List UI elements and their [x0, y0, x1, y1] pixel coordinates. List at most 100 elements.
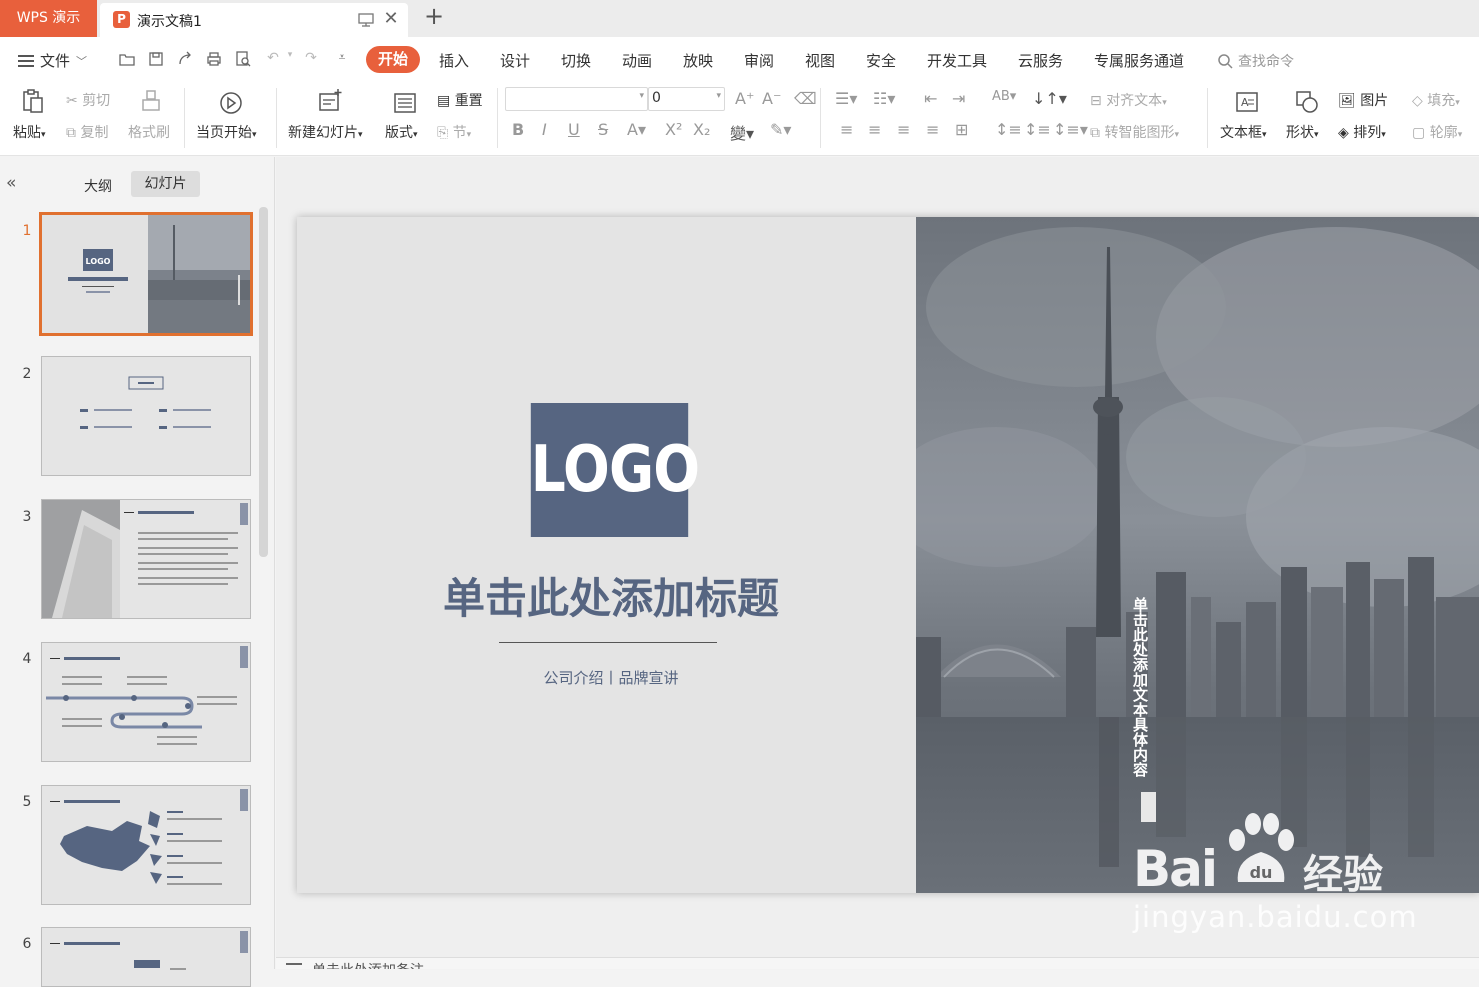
save-icon[interactable]	[147, 50, 165, 68]
textbox-icon[interactable]: A	[1234, 89, 1260, 115]
numbered-list-icon[interactable]: ☷▾	[873, 89, 895, 108]
italic-icon[interactable]: I	[542, 120, 547, 139]
outline-button[interactable]: ▢ 轮廓▾	[1412, 122, 1462, 142]
tab-cloud[interactable]: 云服务	[1018, 50, 1063, 71]
slide-thumbnail-1[interactable]: LOGO	[39, 212, 253, 336]
slide-thumbnail-4[interactable]	[41, 642, 251, 762]
new-slide-icon[interactable]	[317, 88, 343, 114]
slide-thumbnail-5[interactable]	[41, 785, 251, 905]
tab-transition[interactable]: 切换	[561, 50, 591, 71]
text-direction-icon[interactable]: AB▾	[992, 89, 1016, 104]
superscript-icon[interactable]: X²	[665, 120, 682, 139]
document-tab[interactable]: P 演示文稿1 ✕	[100, 3, 408, 37]
bullet-list-icon[interactable]: ☰▾	[835, 89, 857, 108]
decrease-indent-icon[interactable]: ⇤	[924, 89, 937, 108]
layout-icon[interactable]	[392, 90, 418, 116]
font-size-combo[interactable]: 0 ▾	[648, 87, 725, 111]
highlight-icon[interactable]: ✎▾	[770, 120, 791, 139]
font-color-icon[interactable]: A▾	[627, 120, 646, 139]
slide-1[interactable]: LOGO 单击此处添加标题 公司介绍丨品牌宣讲	[297, 217, 1479, 893]
increase-font-icon[interactable]: A⁺	[735, 89, 754, 108]
slide-number: 5	[22, 794, 32, 810]
slide-thumbnail-6[interactable]	[41, 927, 251, 987]
undo-icon[interactable]: ↶	[264, 50, 282, 68]
cut-button[interactable]: ✂ 剪切	[66, 90, 110, 110]
copy-button[interactable]: ⧉ 复制	[66, 122, 108, 142]
line-spacing-icon[interactable]: ↕≡	[995, 120, 1022, 139]
slide-thumbnail-3[interactable]	[41, 499, 251, 619]
section-button[interactable]: ⎘ 节▾	[437, 122, 471, 142]
panel-scrollbar[interactable]	[259, 207, 268, 557]
customize-toolbar-icon[interactable]: ⩡	[333, 50, 351, 68]
tab-start[interactable]: 开始	[366, 46, 420, 73]
new-tab-button[interactable]: +	[422, 2, 446, 30]
redo-icon[interactable]: ↷	[302, 50, 320, 68]
tab-outline[interactable]: 大纲	[84, 176, 112, 196]
increase-indent-icon[interactable]: ⇥	[952, 89, 965, 108]
vertical-text-box[interactable]: 单击此处添加文本具体内容	[1130, 597, 1151, 777]
tab-design[interactable]: 设计	[500, 50, 530, 71]
format-painter-button[interactable]: 格式刷	[128, 122, 170, 142]
paste-button[interactable]: 粘贴▾	[13, 122, 46, 142]
new-slide-button[interactable]: 新建幻灯片▾	[288, 122, 363, 142]
start-from-current-button[interactable]: 当页开始▾	[196, 122, 257, 142]
tab-slideshow[interactable]: 放映	[683, 50, 713, 71]
shape-icon[interactable]	[1294, 89, 1320, 115]
collapse-panel-icon[interactable]: «	[6, 173, 16, 193]
play-icon[interactable]	[218, 90, 244, 116]
shape-button[interactable]: 形状▾	[1286, 122, 1319, 142]
slide-subtitle[interactable]: 公司介绍丨品牌宣讲	[397, 667, 825, 688]
tab-animation[interactable]: 动画	[622, 50, 652, 71]
format-painter-icon[interactable]	[139, 88, 165, 114]
tab-security[interactable]: 安全	[866, 50, 896, 71]
layout-button[interactable]: 版式▾	[385, 122, 418, 142]
city-skyline-photo[interactable]	[916, 217, 1479, 893]
notes-bar[interactable]: 单击此处添加备注	[276, 957, 1479, 969]
monitor-icon[interactable]	[357, 11, 375, 29]
align-left-icon[interactable]: ≡	[840, 120, 853, 139]
reset-button[interactable]: ▤ 重置	[437, 90, 483, 110]
tab-exclusive-service[interactable]: 专属服务通道	[1094, 50, 1184, 71]
sort-icon[interactable]: ↓↑▾	[1032, 89, 1067, 108]
phonetic-icon[interactable]: 變▾	[730, 120, 754, 144]
align-text-button[interactable]: ⊟ 对齐文本▾	[1090, 90, 1167, 110]
print-preview-icon[interactable]	[234, 50, 252, 68]
logo-placeholder[interactable]: LOGO	[530, 403, 700, 537]
clear-format-icon[interactable]: ⌫	[794, 89, 817, 108]
slide-thumbnail-2[interactable]	[41, 356, 251, 476]
font-name-combo[interactable]: ▾	[505, 87, 648, 111]
app-tab[interactable]: WPS 演示	[0, 0, 97, 37]
file-menu[interactable]: 文件 ﹀	[18, 50, 87, 71]
tab-developer[interactable]: 开发工具	[927, 50, 987, 71]
subscript-icon[interactable]: X₂	[693, 120, 710, 139]
export-icon[interactable]	[176, 50, 194, 68]
distribute-icon[interactable]: ⊞	[955, 120, 968, 139]
close-tab-icon[interactable]: ✕	[381, 8, 401, 29]
tab-review[interactable]: 审阅	[744, 50, 774, 71]
svg-text:A: A	[1241, 96, 1249, 109]
paragraph-spacing-icon[interactable]: ↕≡	[1024, 120, 1051, 139]
smart-art-button[interactable]: ⧉ 转智能图形▾	[1090, 122, 1179, 142]
justify-icon[interactable]: ≡	[926, 120, 939, 139]
textbox-button[interactable]: 文本框▾	[1220, 122, 1267, 142]
decrease-font-icon[interactable]: A⁻	[762, 89, 781, 108]
picture-button[interactable]: 🖼 图片	[1338, 90, 1388, 110]
open-icon[interactable]	[118, 50, 136, 68]
chevron-down-icon[interactable]: ▾	[281, 50, 299, 68]
tab-view[interactable]: 视图	[805, 50, 835, 71]
notes-placeholder[interactable]: 单击此处添加备注	[312, 960, 424, 969]
columns-icon[interactable]: ↕≡▾	[1053, 120, 1088, 139]
paste-icon[interactable]	[20, 88, 46, 114]
slide-title[interactable]: 单击此处添加标题	[397, 565, 825, 626]
strikethrough-icon[interactable]: S	[598, 120, 608, 139]
align-center-icon[interactable]: ≡	[868, 120, 881, 139]
arrange-button[interactable]: ◈ 排列▾	[1338, 122, 1386, 142]
align-right-icon[interactable]: ≡	[897, 120, 910, 139]
print-icon[interactable]	[205, 50, 223, 68]
tab-slides[interactable]: 幻灯片	[131, 171, 200, 197]
underline-icon[interactable]: U	[568, 120, 580, 139]
search-command[interactable]: 查找命令	[1217, 51, 1294, 71]
bold-icon[interactable]: B	[512, 120, 524, 139]
tab-insert[interactable]: 插入	[439, 50, 469, 71]
fill-button[interactable]: ◇ 填充▾	[1412, 90, 1460, 110]
